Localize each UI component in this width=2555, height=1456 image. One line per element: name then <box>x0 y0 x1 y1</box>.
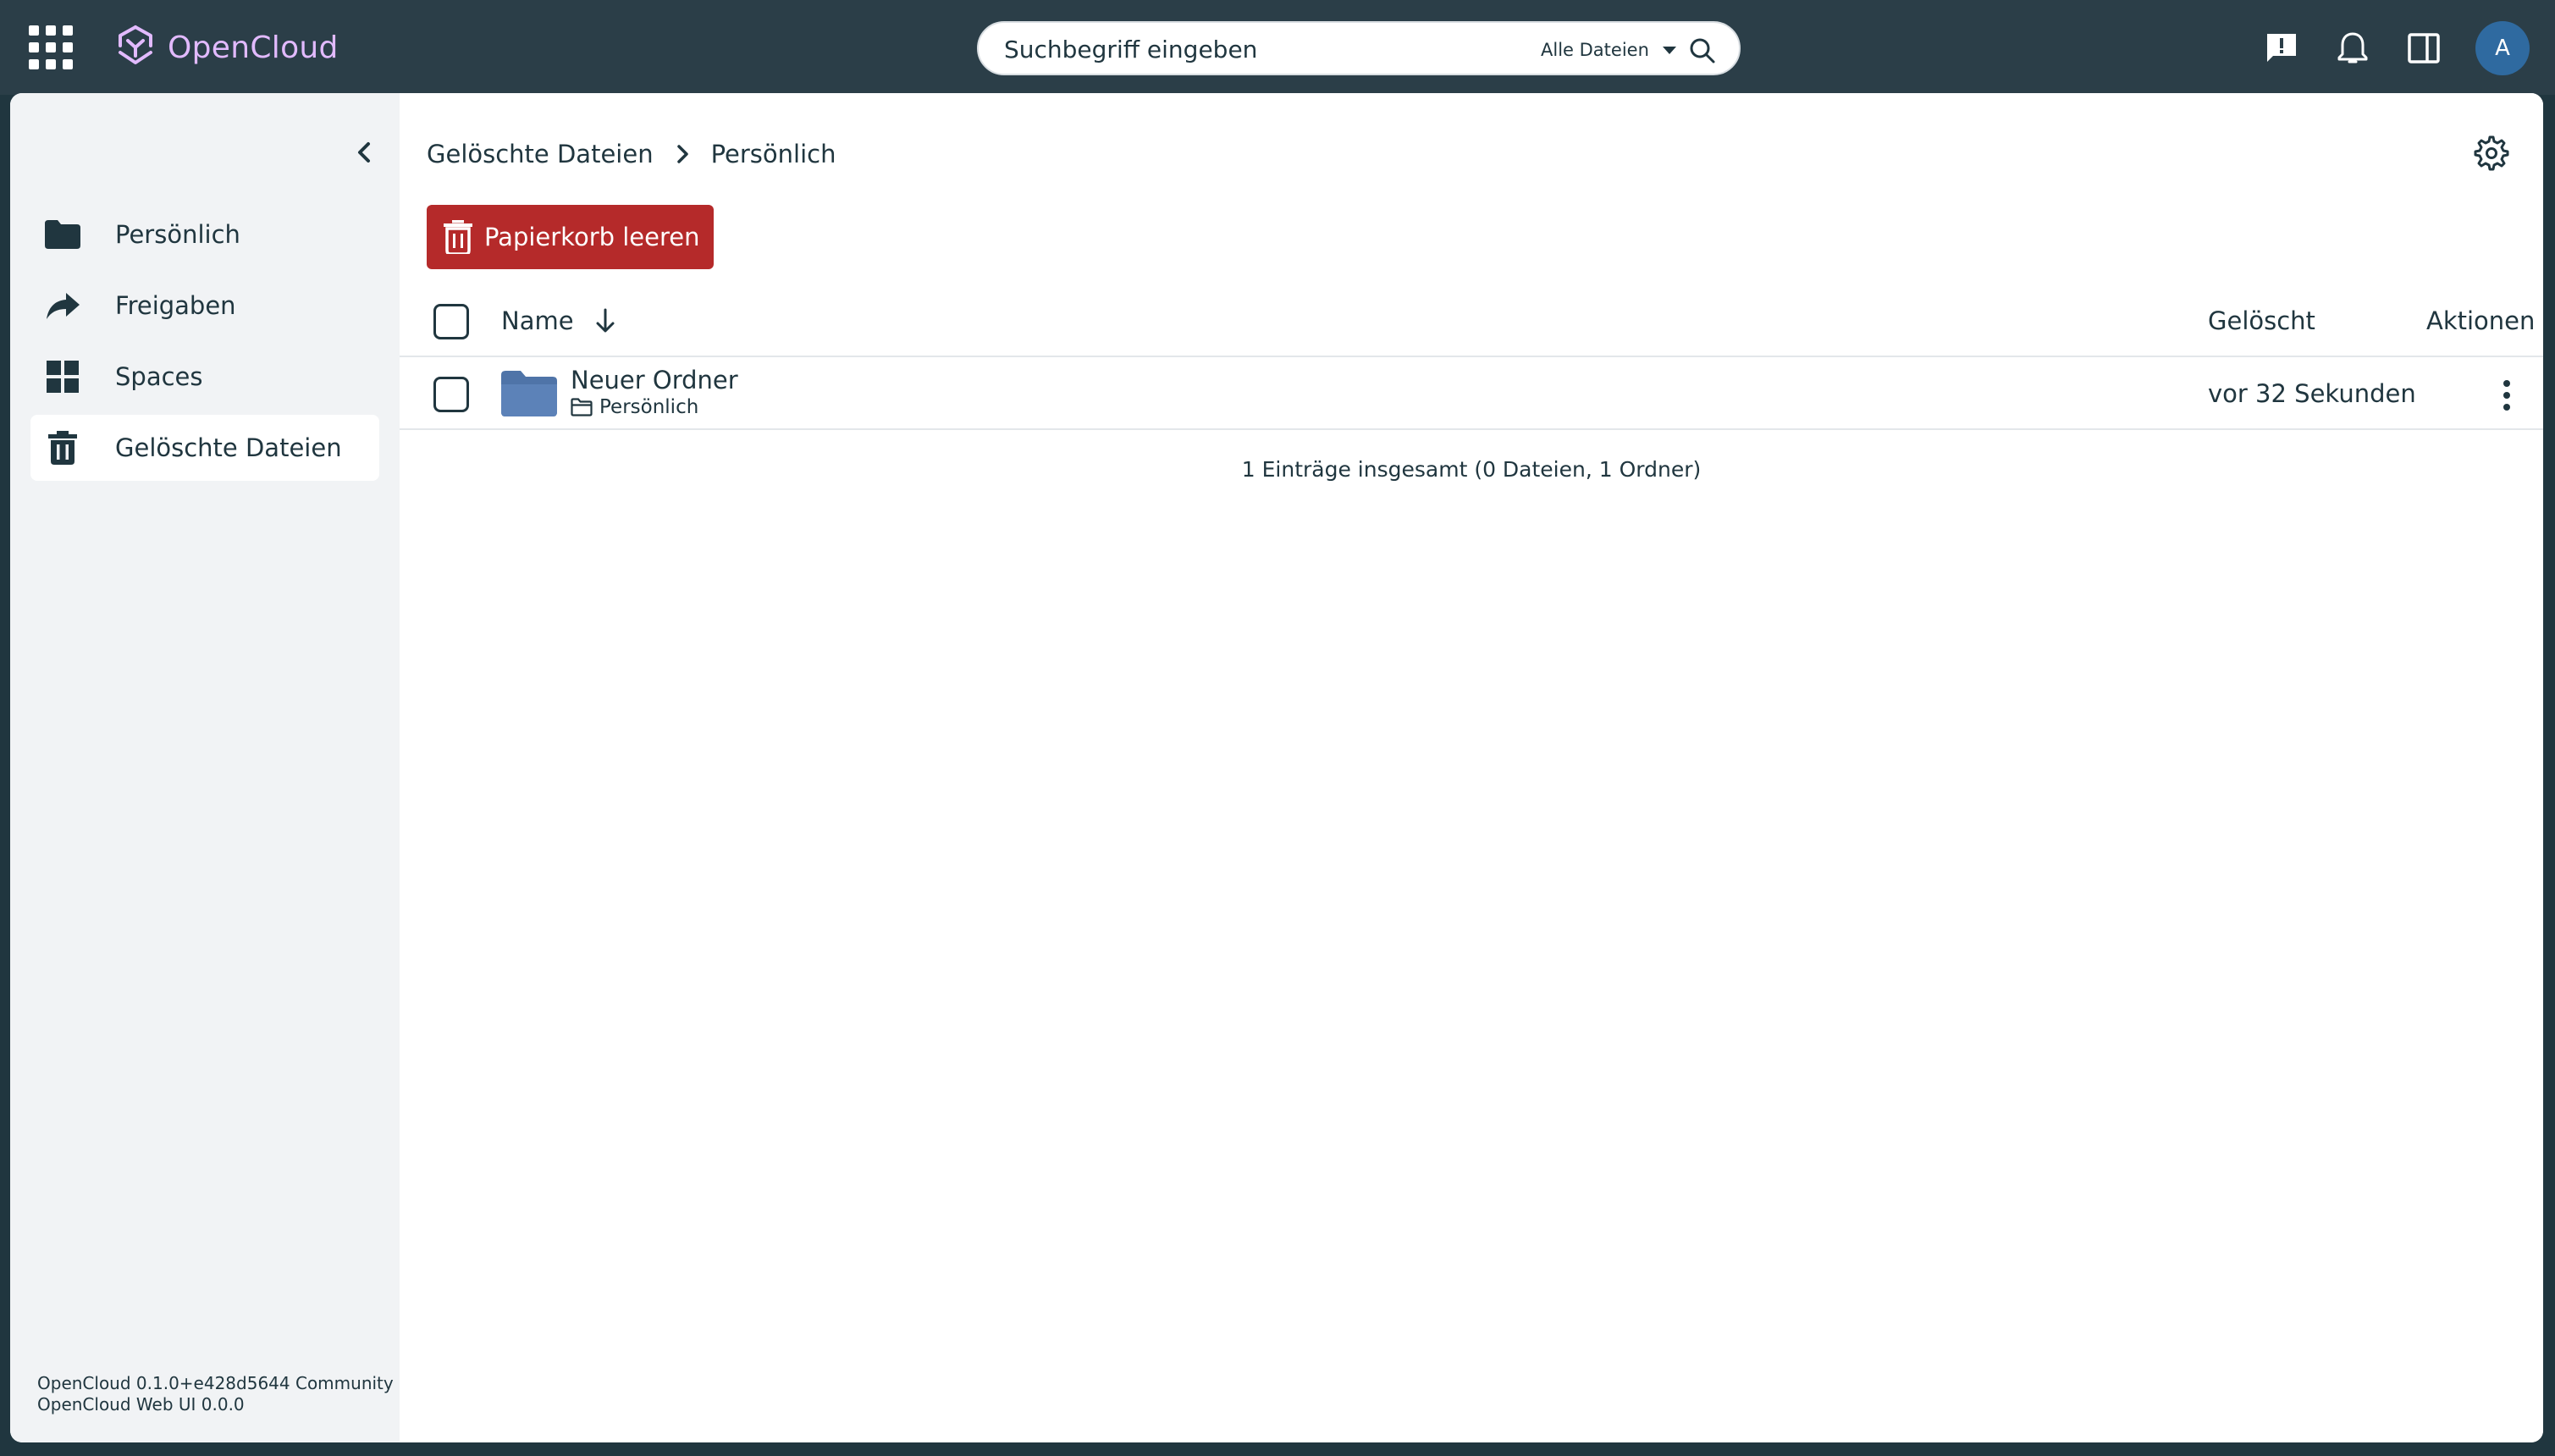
empty-trash-button[interactable]: Papierkorb leeren <box>427 205 714 269</box>
opencloud-logo-icon <box>119 25 152 64</box>
collapse-sidebar-button[interactable] <box>347 135 381 169</box>
sidebar-item-shares[interactable]: Freigaben <box>30 273 379 339</box>
trash-icon <box>444 220 472 254</box>
feedback-icon <box>2267 34 2296 62</box>
sidebar-item-spaces[interactable]: Spaces <box>30 344 379 410</box>
caret-down-icon <box>1662 46 1676 54</box>
folder-outline-icon <box>571 398 593 416</box>
brand-logo-link[interactable]: OpenCloud <box>115 24 339 71</box>
side-panel-icon <box>2408 33 2440 63</box>
version-line: OpenCloud Web UI 0.0.0 <box>37 1394 245 1415</box>
chevron-right-icon <box>665 137 699 171</box>
bell-icon <box>2337 32 2368 63</box>
gear-icon <box>2474 135 2509 171</box>
grid-dot-icon <box>29 25 39 36</box>
search-input[interactable] <box>1004 35 1478 63</box>
grid-dot-icon <box>46 59 56 69</box>
search-scope-label: Alle Dateien <box>1541 40 1649 60</box>
grid-dot-icon <box>63 59 73 69</box>
grid-dot-icon <box>29 59 39 69</box>
brand-name: OpenCloud <box>168 30 339 65</box>
share-icon <box>44 287 81 324</box>
row-location-label: Persönlich <box>599 396 699 418</box>
grid-dot-icon <box>46 42 56 52</box>
grid-dot-icon <box>63 42 73 52</box>
breadcrumb: Gelöschte Dateien Persönlich <box>427 137 836 171</box>
top-bar: OpenCloud Alle Dateien A <box>0 0 2555 95</box>
grid-dot-icon <box>29 42 39 52</box>
app-switcher-button[interactable] <box>29 25 73 69</box>
chevron-left-icon <box>358 142 370 163</box>
row-resource-location[interactable]: Persönlich <box>571 396 698 418</box>
feedback-button[interactable] <box>2262 29 2301 68</box>
folder-icon <box>44 216 81 253</box>
breadcrumb-item-personal[interactable]: Persönlich <box>711 140 836 168</box>
sidebar-item-deleted-files[interactable]: Gelöschte Dateien <box>30 415 379 481</box>
sidebar-toggle-button[interactable] <box>2404 29 2443 68</box>
grid-dot-icon <box>63 25 73 36</box>
grid-dot-icon <box>46 25 56 36</box>
version-line: OpenCloud 0.1.0+e428d5644 Community <box>37 1373 394 1393</box>
sidebar-item-label: Persönlich <box>115 220 240 249</box>
sidebar-item-label: Gelöschte Dateien <box>115 433 342 462</box>
row-checkbox[interactable] <box>433 377 469 412</box>
sort-arrow-down-icon[interactable] <box>593 306 618 335</box>
search-scope-dropdown[interactable]: Alle Dateien <box>1541 37 1676 63</box>
search-box: Alle Dateien <box>977 21 1741 75</box>
column-header-actions: Aktionen <box>2426 306 2536 335</box>
avatar-initial: A <box>2495 36 2510 61</box>
trash-icon <box>44 429 81 466</box>
row-deleted-time: vor 32 Sekunden <box>2208 379 2416 408</box>
search-icon[interactable] <box>1688 36 1717 65</box>
sidebar: Persönlich Freigaben Spaces Gelöschte Da… <box>10 93 400 1442</box>
notifications-button[interactable] <box>2333 29 2372 68</box>
sidebar-item-label: Freigaben <box>115 291 236 320</box>
user-avatar[interactable]: A <box>2475 21 2530 75</box>
view-settings-button[interactable] <box>2469 130 2514 176</box>
version-info: OpenCloud 0.1.0+e428d5644 Community Open… <box>37 1373 394 1415</box>
app-frame: Persönlich Freigaben Spaces Gelöschte Da… <box>10 93 2543 1442</box>
more-vertical-icon <box>2503 380 2510 411</box>
main-content: Gelöschte Dateien Persönlich Papierkorb … <box>400 93 2543 1442</box>
table-header: Name Gelöscht Aktionen <box>400 286 2543 357</box>
table-row[interactable]: Neuer Ordner Persönlich vor 32 Sekunden <box>400 359 2543 430</box>
breadcrumb-item-deleted-files[interactable]: Gelöschte Dateien <box>427 140 654 168</box>
grid-icon <box>44 358 81 395</box>
select-all-checkbox[interactable] <box>433 304 469 339</box>
row-actions-menu-button[interactable] <box>2487 376 2526 415</box>
row-resource-name[interactable]: Neuer Ordner <box>571 366 738 394</box>
table-summary: 1 Einträge insgesamt (0 Dateien, 1 Ordne… <box>1241 457 1702 482</box>
column-header-deleted[interactable]: Gelöscht <box>2208 306 2315 335</box>
empty-trash-label: Papierkorb leeren <box>484 223 700 251</box>
folder-icon <box>501 371 557 416</box>
sidebar-item-label: Spaces <box>115 362 203 391</box>
sidebar-item-personal[interactable]: Persönlich <box>30 201 379 267</box>
column-header-name[interactable]: Name <box>501 306 574 335</box>
